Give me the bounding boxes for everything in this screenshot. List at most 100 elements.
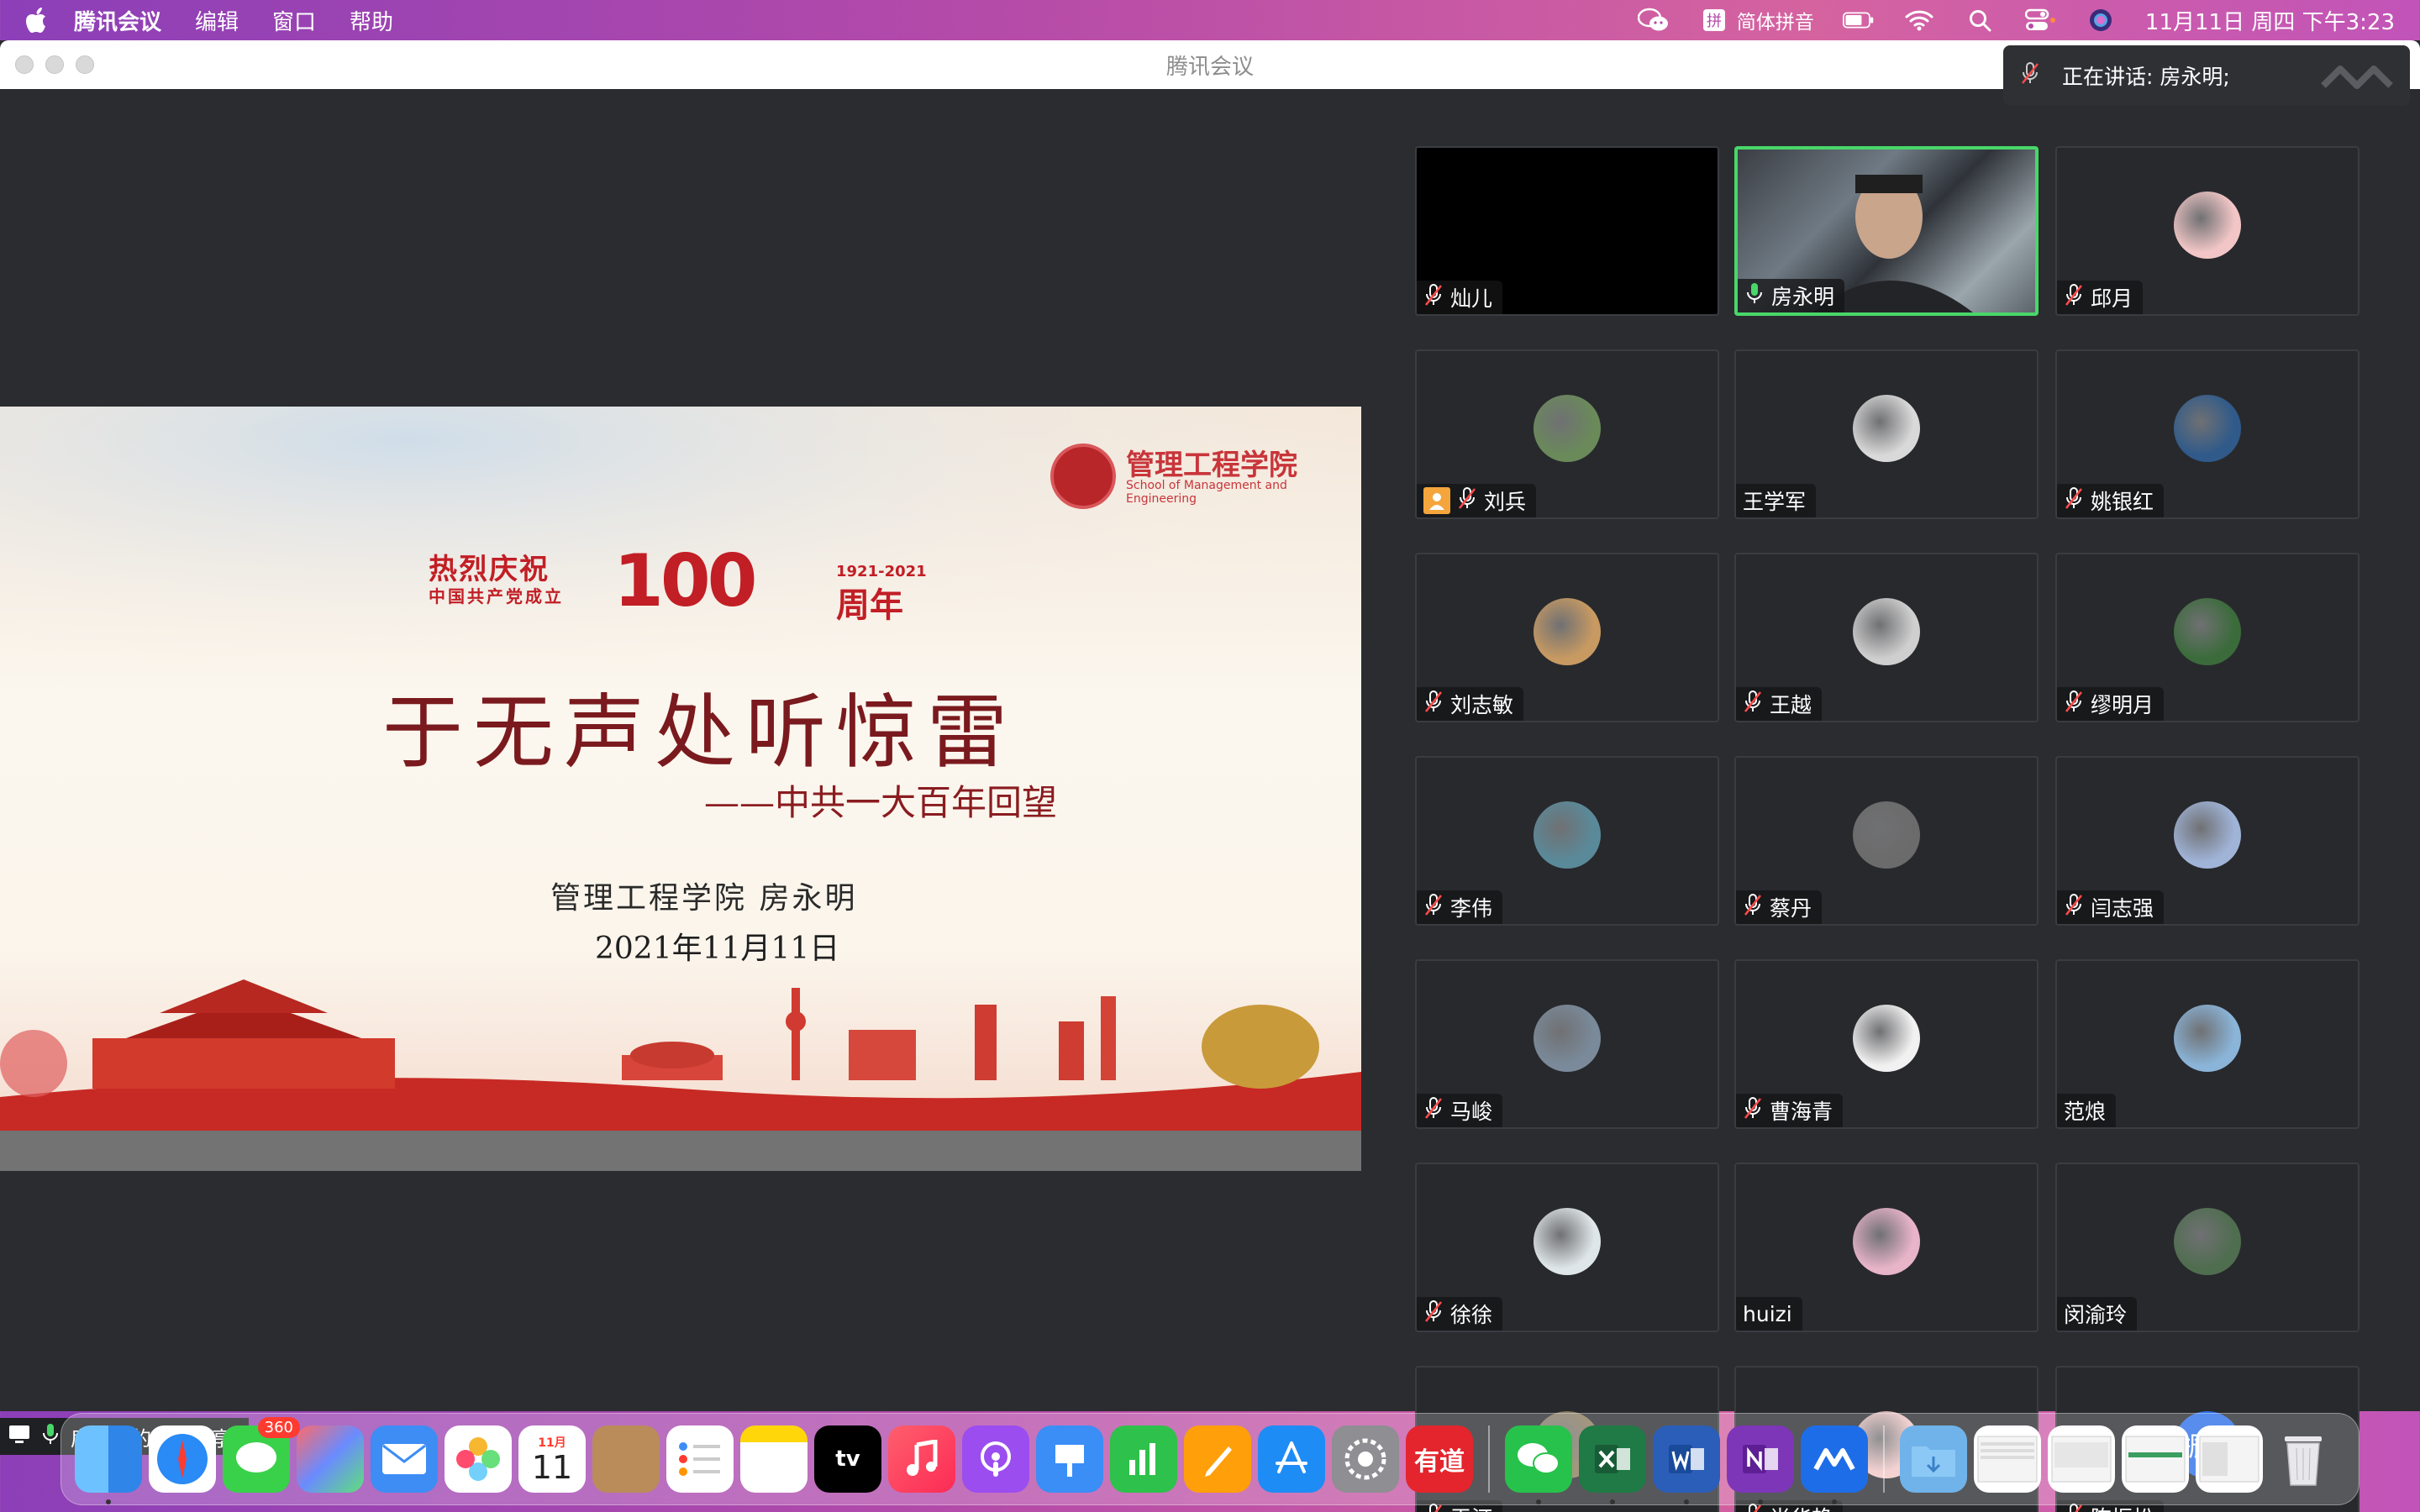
- participant-tile[interactable]: 闵渝玲: [2055, 1163, 2360, 1332]
- skyline-illustration: [0, 979, 1361, 1131]
- apple-tv-icon[interactable]: tv: [814, 1425, 881, 1493]
- battery-icon[interactable]: [1842, 8, 1875, 33]
- participant-name-bar: 李伟: [1417, 890, 1503, 924]
- apple-menu-icon[interactable]: [25, 6, 50, 34]
- calendar-day: 11: [531, 1449, 573, 1486]
- trash-icon[interactable]: [2270, 1425, 2337, 1493]
- contacts-icon[interactable]: [592, 1425, 660, 1493]
- input-method[interactable]: 拼 简体拼音: [1698, 6, 1814, 34]
- participant-name: 蔡丹: [1770, 896, 1812, 921]
- meeting-window: 腾讯会议 管理工程学院 School of Management and Eng…: [0, 40, 2420, 1512]
- participant-name: 曹海青: [1770, 1100, 1833, 1124]
- slide-title: 于无声处听惊雷: [382, 685, 1018, 780]
- minimized-window-thumbnail-3[interactable]: [2122, 1425, 2189, 1493]
- mic-on-icon: [40, 1422, 60, 1451]
- participant-tile[interactable]: 王越: [1734, 553, 2039, 722]
- participant-tile[interactable]: 曹海青: [1734, 959, 2039, 1129]
- participant-avatar: [2174, 1208, 2241, 1275]
- wechat-icon[interactable]: [1637, 8, 1670, 33]
- spotlight-search-icon[interactable]: [1964, 8, 1996, 33]
- onenote-icon[interactable]: [1727, 1425, 1794, 1504]
- podcasts-icon[interactable]: [962, 1425, 1029, 1493]
- participant-tile[interactable]: 马峻: [1415, 959, 1719, 1129]
- participant-tile[interactable]: huizi: [1734, 1163, 2039, 1332]
- school-name: 管理工程学院: [1126, 449, 1297, 482]
- photos-icon[interactable]: [445, 1425, 512, 1493]
- participant-tile[interactable]: 房永明: [1734, 146, 2039, 316]
- finder-icon[interactable]: [75, 1425, 142, 1504]
- participant-name: 刘兵: [1484, 490, 1527, 514]
- participant-grid: 灿儿 房永明 邱月刘兵 王学军 姚银红刘志敏 王越 缪明月李伟 蔡丹 闫志强马峻 曹海青 范烺徐徐 h…: [1361, 89, 2420, 1512]
- system-preferences-icon[interactable]: [1332, 1425, 1399, 1493]
- participant-tile[interactable]: 刘志敏: [1415, 553, 1719, 722]
- launchpad-icon[interactable]: [297, 1425, 364, 1493]
- calendar-icon[interactable]: 11月 11: [518, 1425, 586, 1493]
- tencent-meeting-icon[interactable]: [1801, 1425, 1868, 1504]
- school-logo: [1050, 444, 1116, 509]
- youdao-label: 有道: [1414, 1447, 1465, 1477]
- notes-icon[interactable]: [740, 1425, 808, 1493]
- participant-tile[interactable]: 蔡丹: [1734, 756, 2039, 926]
- mail-icon[interactable]: [371, 1425, 438, 1493]
- minimize-button[interactable]: [45, 55, 64, 74]
- menu-help[interactable]: 帮助: [350, 5, 393, 36]
- minimized-window-thumbnail-2[interactable]: [2048, 1425, 2115, 1493]
- participant-tile[interactable]: 王学军: [1734, 349, 2039, 519]
- celebration-banner-text: 热烈庆祝 中国共产党成立: [429, 555, 564, 610]
- downloads-folder-icon[interactable]: [1900, 1425, 1967, 1493]
- pages-icon[interactable]: [1184, 1425, 1251, 1493]
- svg-text:拼: 拼: [1707, 13, 1722, 30]
- app-menu[interactable]: 腾讯会议: [74, 5, 161, 36]
- minimized-window-thumbnail-4[interactable]: [2196, 1425, 2263, 1493]
- numbers-icon[interactable]: [1110, 1425, 1177, 1493]
- minimized-window-thumbnail-1[interactable]: [1974, 1425, 2041, 1493]
- mic-muted-icon: [1743, 690, 1763, 718]
- mic-muted-icon: [1423, 690, 1444, 718]
- participant-name-bar: 曹海青: [1736, 1094, 1844, 1127]
- zoom-button[interactable]: [76, 55, 94, 74]
- youdao-dictionary-icon[interactable]: 有道: [1406, 1425, 1473, 1493]
- participant-name-bar: 灿儿: [1417, 281, 1503, 314]
- safari-icon[interactable]: [149, 1425, 216, 1493]
- wechat-app-icon[interactable]: [1505, 1425, 1572, 1504]
- pinyin-icon: 拼: [1698, 8, 1730, 33]
- excel-icon[interactable]: [1579, 1425, 1646, 1504]
- reminders-icon[interactable]: [666, 1425, 734, 1493]
- wifi-icon[interactable]: [1903, 8, 1935, 33]
- participant-tile[interactable]: 缪明月: [2055, 553, 2360, 722]
- siri-icon[interactable]: [2085, 8, 2117, 33]
- participant-tile[interactable]: 李伟: [1415, 756, 1719, 926]
- participant-tile[interactable]: 范烺: [2055, 959, 2360, 1129]
- menu-edit[interactable]: 编辑: [195, 5, 239, 36]
- participant-tile[interactable]: 灿儿: [1415, 146, 1719, 316]
- participant-avatar: [1853, 395, 1920, 462]
- menu-window[interactable]: 窗口: [272, 5, 316, 36]
- control-center-icon[interactable]: [2024, 8, 2056, 33]
- participant-tile[interactable]: 邱月: [2055, 146, 2360, 316]
- participant-tile[interactable]: 姚银红: [2055, 349, 2360, 519]
- participant-avatar: [2174, 395, 2241, 462]
- menubar-clock[interactable]: 11月11日 周四 下午3:23: [2145, 5, 2395, 36]
- participant-name: 王学军: [1743, 490, 1807, 514]
- participant-name: 李伟: [1450, 896, 1493, 921]
- keynote-icon[interactable]: [1036, 1425, 1103, 1493]
- music-icon[interactable]: [888, 1425, 955, 1493]
- word-icon[interactable]: [1653, 1425, 1720, 1504]
- participant-name: 闵渝玲: [2064, 1303, 2128, 1327]
- close-button[interactable]: [15, 55, 34, 74]
- screen-share-area[interactable]: 管理工程学院 School of Management and Engineer…: [0, 89, 1361, 1455]
- participant-avatar: [2174, 801, 2241, 869]
- mic-muted-icon: [1743, 1096, 1763, 1125]
- app-store-icon[interactable]: [1258, 1425, 1325, 1493]
- participant-name: 邱月: [2091, 286, 2133, 311]
- participant-tile[interactable]: 闫志强: [2055, 756, 2360, 926]
- banner-sub: 中国共产党成立: [429, 586, 564, 606]
- participant-name: 房永明: [1771, 285, 1835, 309]
- mic-muted-icon: [2064, 486, 2084, 515]
- mic-muted-icon: [1457, 486, 1477, 515]
- presentation-slide: 管理工程学院 School of Management and Engineer…: [0, 407, 1361, 1131]
- slide-author: 管理工程学院 房永明: [550, 881, 858, 916]
- messages-icon[interactable]: 360: [223, 1417, 300, 1493]
- participant-tile[interactable]: 徐徐: [1415, 1163, 1719, 1332]
- participant-tile[interactable]: 刘兵: [1415, 349, 1719, 519]
